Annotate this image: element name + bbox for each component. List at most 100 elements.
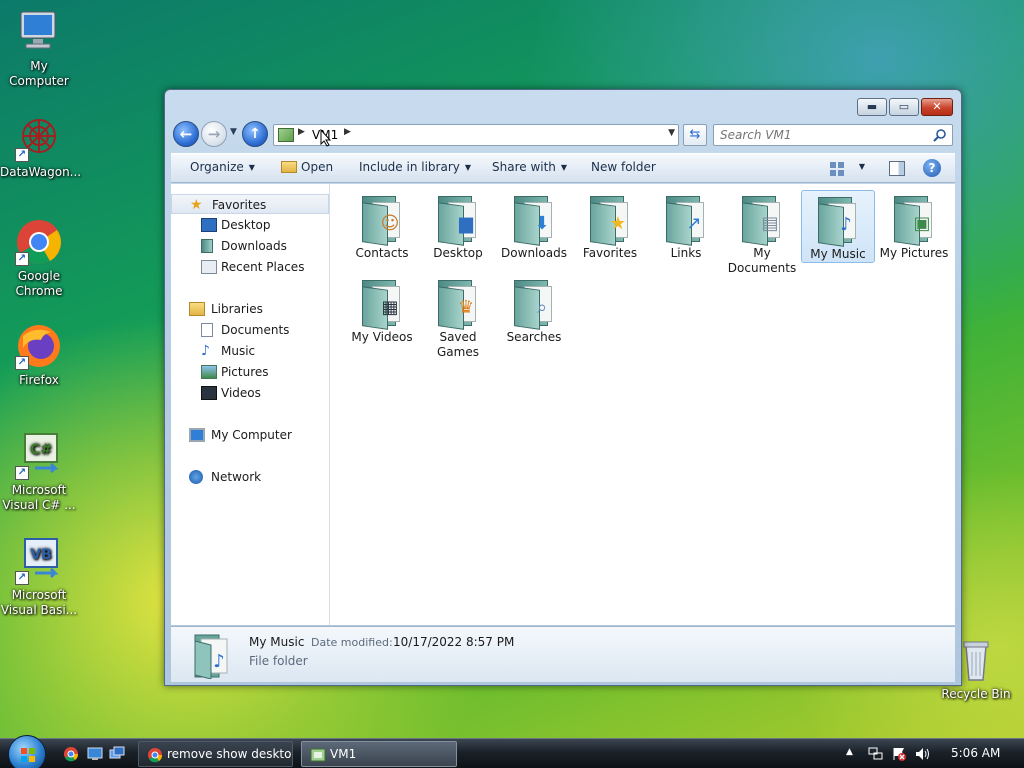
saved-games-folder-icon: ♛ xyxy=(434,278,482,330)
maximize-button[interactable]: ▭ xyxy=(889,98,919,116)
search-icon[interactable] xyxy=(933,128,947,142)
chrome-icon xyxy=(148,748,163,763)
folder-item-my-pictures[interactable]: ▣ My Pictures xyxy=(877,190,951,261)
show-desktop-icon[interactable] xyxy=(87,746,103,762)
new-folder-button[interactable]: New folder xyxy=(591,160,656,174)
navpane-item-documents[interactable]: Documents xyxy=(171,320,329,340)
desktop-icon-my-computer[interactable]: My Computer xyxy=(0,8,78,89)
organize-label: Organize xyxy=(190,160,244,174)
downloads-folder-icon xyxy=(201,239,213,253)
desktop-icon-google-chrome[interactable]: ↗ Google Chrome xyxy=(0,218,78,299)
breadcrumb-separator-icon[interactable]: ▶ xyxy=(344,127,351,137)
details-modified-label: Date modified: xyxy=(311,636,393,649)
navpane-item-favorites[interactable]: ★ Favorites xyxy=(171,194,329,214)
videos-icon xyxy=(201,386,217,400)
recent-pages-dropdown[interactable]: ▼ xyxy=(230,127,240,141)
show-hidden-icons-button[interactable]: ▲ xyxy=(846,747,853,757)
desktop-icon-firefox[interactable]: ↗ Firefox xyxy=(0,322,78,388)
chevron-down-icon[interactable]: ▼ xyxy=(859,162,865,171)
folder-label: Contacts xyxy=(355,246,409,260)
recent-places-icon xyxy=(201,260,217,274)
desktop-icon-label: Recycle Bin xyxy=(941,687,1011,701)
navpane-item-music[interactable]: ♪ Music xyxy=(171,341,329,361)
desktop-icon-datawagon[interactable]: ↗ DataWagon... xyxy=(0,114,81,180)
navpane-item-libraries[interactable]: Libraries xyxy=(171,299,329,319)
navpane-label: My Computer xyxy=(211,428,292,442)
share-with-button[interactable]: Share with ▼ xyxy=(492,160,567,174)
computer-icon xyxy=(189,428,205,442)
taskbar-button-vm1[interactable]: VM1 xyxy=(301,741,457,767)
contacts-folder-icon: ☺ xyxy=(358,194,406,246)
taskbar-button-chrome[interactable]: remove show deskto... xyxy=(138,741,293,767)
folder-item-favorites[interactable]: ★ Favorites xyxy=(573,190,647,261)
folder-item-downloads[interactable]: ⬇ Downloads xyxy=(497,190,571,261)
folder-label: Links xyxy=(670,246,702,260)
navpane-item-desktop[interactable]: Desktop xyxy=(171,215,329,235)
folder-item-my-documents[interactable]: ▤ My Documents xyxy=(725,190,799,276)
organize-button[interactable]: Organize ▼ xyxy=(190,160,255,174)
caption-buttons: ▬ ▭ ✕ xyxy=(857,98,953,116)
switch-windows-icon[interactable] xyxy=(109,746,125,762)
breadcrumb-separator-icon[interactable]: ▶ xyxy=(298,127,305,137)
minimize-button[interactable]: ▬ xyxy=(857,98,887,116)
desktop-icon-visual-basic[interactable]: VB ↗ Microsoft Visual Basi... xyxy=(0,537,78,618)
folder-open-icon xyxy=(281,161,297,173)
links-folder-icon: ↗ xyxy=(662,194,710,246)
folder-item-searches[interactable]: ⌕ Searches xyxy=(497,274,571,345)
volume-icon[interactable] xyxy=(915,747,930,761)
folder-item-my-music[interactable]: ♪ My Music xyxy=(801,190,875,263)
include-in-library-button[interactable]: Include in library ▼ xyxy=(359,160,471,174)
action-center-warning-icon[interactable] xyxy=(892,747,907,761)
close-button[interactable]: ✕ xyxy=(921,98,953,116)
navpane-item-my-computer[interactable]: My Computer xyxy=(171,425,329,445)
system-clock[interactable]: 5:06 AM xyxy=(951,746,1000,760)
shortcut-arrow-icon: ↗ xyxy=(15,148,29,162)
change-view-icon[interactable] xyxy=(829,161,845,177)
navpane-item-videos[interactable]: Videos xyxy=(171,383,329,403)
folder-item-contacts[interactable]: ☺ Contacts xyxy=(345,190,419,261)
up-button[interactable]: ↑ xyxy=(242,121,268,147)
navpane-item-downloads[interactable]: Downloads xyxy=(171,236,329,256)
chevron-down-icon[interactable]: ▼ xyxy=(668,128,675,138)
chevron-down-icon: ▼ xyxy=(248,163,255,172)
command-bar: Organize ▼ Open Include in library ▼ Share… xyxy=(171,153,955,183)
help-icon[interactable]: ? xyxy=(923,159,941,177)
file-list: ☺ Contacts ▆ Desktop ⬇ Downloads ★ Favor… xyxy=(331,184,955,625)
start-button[interactable] xyxy=(8,735,46,768)
refresh-button[interactable]: ⇆ xyxy=(683,124,707,146)
folder-item-my-videos[interactable]: ▦ My Videos xyxy=(345,274,419,345)
navpane-label: Downloads xyxy=(221,239,287,253)
documents-icon xyxy=(201,323,213,337)
navpane-item-network[interactable]: Network xyxy=(171,467,329,487)
search-input[interactable] xyxy=(720,126,920,144)
folder-item-saved-games[interactable]: ♛ Saved Games xyxy=(421,274,495,360)
searches-folder-icon: ⌕ xyxy=(510,278,558,330)
folder-location-icon xyxy=(278,128,294,142)
folder-item-desktop[interactable]: ▆ Desktop xyxy=(421,190,495,261)
desktop-icon-label: Microsoft Visual Basi... xyxy=(0,588,78,617)
desktop-icon-label: Firefox xyxy=(19,373,59,387)
arrow-up-icon: ↑ xyxy=(249,126,261,142)
navigation-pane: ★ Favorites Desktop Downloads Recent Pla… xyxy=(171,184,330,625)
network-tray-icon[interactable] xyxy=(868,747,883,761)
arrow-left-icon: ← xyxy=(179,125,193,143)
open-button[interactable]: Open xyxy=(281,160,333,174)
address-bar[interactable]: ▶ VM1 ▶ ▼ xyxy=(273,124,679,147)
forward-button[interactable]: → xyxy=(201,121,227,147)
explorer-window: ▬ ▭ ✕ ← → ▼ ↑ ▶ VM1 ▶ ▼ ⇆ Organize ▼ Open… xyxy=(164,89,962,686)
desktop-icon-visual-csharp[interactable]: C# ↗ Microsoft Visual C# ... xyxy=(0,432,78,513)
navpane-item-pictures[interactable]: Pictures xyxy=(171,362,329,382)
navpane-item-recent-places[interactable]: Recent Places xyxy=(171,257,329,277)
chrome-quicklaunch-icon[interactable] xyxy=(63,746,79,762)
navigation-row: ← → ▼ ↑ ▶ VM1 ▶ ▼ ⇆ xyxy=(173,121,953,149)
videos-folder-icon: ▦ xyxy=(358,278,406,330)
folder-label: Searches xyxy=(506,330,562,344)
folder-item-links[interactable]: ↗ Links xyxy=(649,190,723,261)
navpane-label: Favorites xyxy=(212,198,267,212)
back-button[interactable]: ← xyxy=(173,121,199,147)
include-in-library-label: Include in library xyxy=(359,160,460,174)
navpane-label: Network xyxy=(211,470,262,484)
chrome-icon: ↗ xyxy=(15,218,63,266)
preview-pane-icon[interactable] xyxy=(889,161,905,176)
close-icon: ✕ xyxy=(932,100,942,113)
